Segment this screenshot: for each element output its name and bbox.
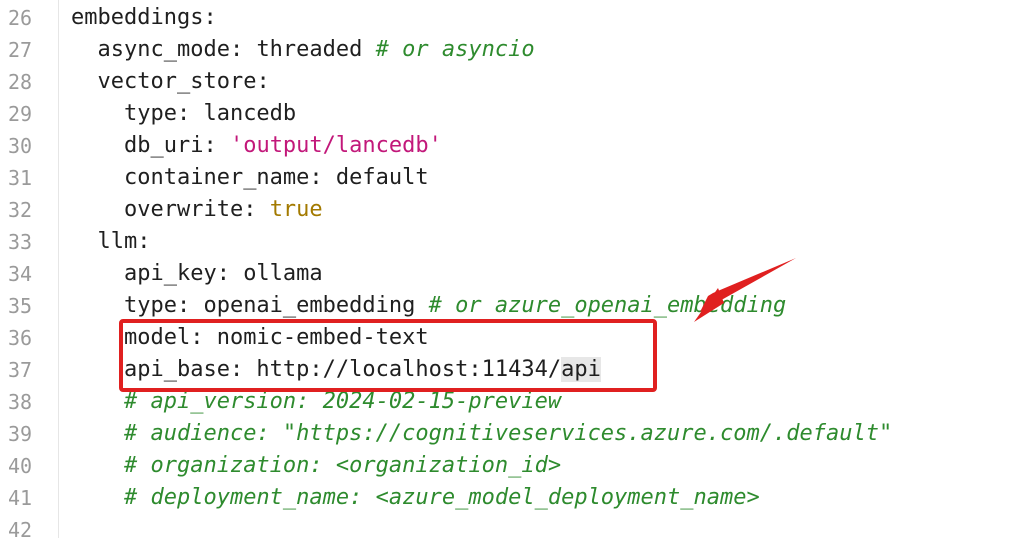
line-number: 30 <box>8 134 33 158</box>
line-number: 35 <box>8 294 33 318</box>
line-number: 39 <box>8 422 33 446</box>
code-line[interactable]: type: lancedb <box>71 98 296 130</box>
line-number: 38 <box>8 390 33 414</box>
code-line[interactable]: vector_store: <box>71 66 270 98</box>
code-line[interactable]: async_mode: threaded # or asyncio <box>71 34 535 66</box>
code-line[interactable]: overwrite: true <box>71 194 323 226</box>
code-token: embeddings: <box>71 5 217 30</box>
line-number: 31 <box>8 166 33 190</box>
code-editor[interactable]: 26 27 28 29 30 31 32 33 34 35 36 37 38 39 40 41 42 embed… <box>0 0 1023 542</box>
line-number: 40 <box>8 454 33 478</box>
line-number: 34 <box>8 262 33 286</box>
line-number: 28 <box>8 70 33 94</box>
code-comment: # or asyncio <box>375 37 535 62</box>
line-number: 33 <box>8 230 33 254</box>
code-line[interactable]: llm: <box>71 226 151 258</box>
code-token: overwrite: <box>123 197 270 222</box>
code-line[interactable]: # audience: "https://cognitiveservices.a… <box>71 418 892 450</box>
line-number: 36 <box>8 326 33 350</box>
code-line[interactable]: db_uri: 'output/lancedb' <box>71 130 442 162</box>
code-line[interactable]: api_key: ollama <box>71 258 323 290</box>
code-line[interactable]: embeddings: <box>71 2 217 34</box>
line-number: 29 <box>8 102 33 126</box>
line-number-gutter: 26 27 28 29 30 31 32 33 34 35 36 37 38 39 40 41 42 <box>0 0 59 542</box>
code-comment: # deployment_name: <azure_model_deployme… <box>123 485 760 510</box>
code-token: container_name: default <box>123 165 429 190</box>
line-number: 27 <box>8 38 33 62</box>
code-area[interactable]: embeddings: async_mode: threaded # or as… <box>58 0 1023 541</box>
code-line[interactable]: container_name: default <box>71 162 429 194</box>
code-token: type: lancedb <box>123 101 297 126</box>
code-boolean: true <box>269 197 323 222</box>
line-number: 41 <box>8 486 33 510</box>
code-comment: # or azure_openai_embedding <box>428 293 787 318</box>
line-number: 37 <box>8 358 33 382</box>
code-comment: # organization: <organization_id> <box>123 453 562 478</box>
code-comment: # api_version: 2024-02-15-preview <box>123 389 562 414</box>
line-number: 26 <box>8 6 33 30</box>
code-token: async_mode: threaded <box>97 37 376 62</box>
code-line[interactable]: type: openai_embedding # or azure_openai… <box>71 290 786 322</box>
code-comment: # audience: "https://cognitiveservices.a… <box>123 421 893 446</box>
code-line[interactable]: # organization: <organization_id> <box>71 450 561 482</box>
code-token: type: openai_embedding <box>123 293 429 318</box>
code-token: api_key: ollama <box>123 261 323 286</box>
code-line[interactable]: # deployment_name: <azure_model_deployme… <box>71 482 760 514</box>
code-token: db_uri: <box>123 133 230 158</box>
code-string: 'output/lancedb' <box>229 133 442 158</box>
line-number: 42 <box>8 518 33 542</box>
line-number: 32 <box>8 198 33 222</box>
code-token: vector_store: <box>97 69 270 94</box>
highlight-box <box>119 319 657 392</box>
code-token: llm: <box>97 229 151 254</box>
